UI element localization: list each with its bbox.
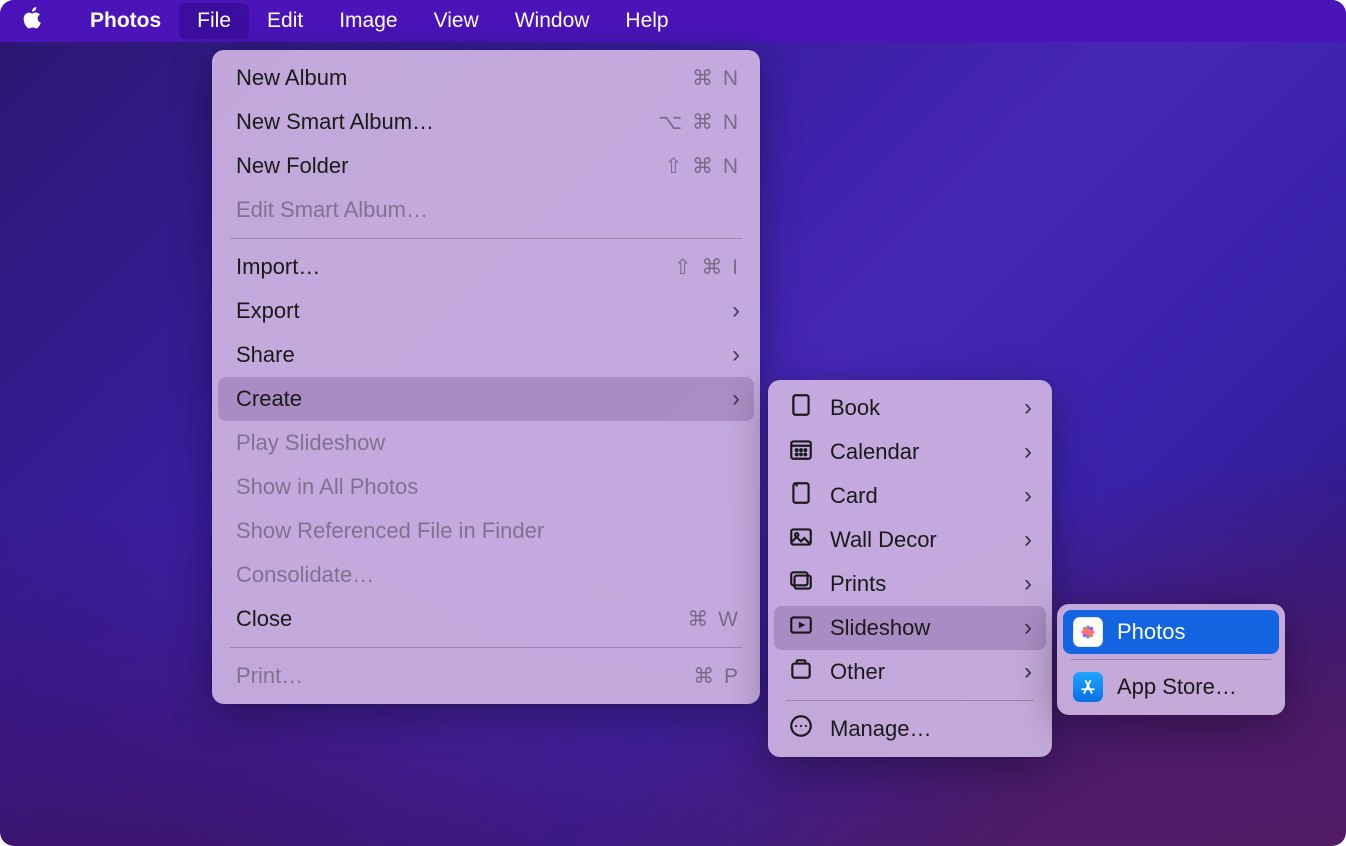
menu-item-new-smart-album[interactable]: New Smart Album… ⌥ ⌘ N (218, 100, 754, 144)
menu-item-share[interactable]: Share › (218, 333, 754, 377)
menu-item-shortcut: ⇧ ⌘ I (674, 255, 740, 280)
menu-item-label: Play Slideshow (236, 430, 385, 456)
tertiary-item-label: App Store… (1117, 674, 1237, 700)
submenu-item-label: Other (830, 659, 885, 685)
menu-item-edit-smart-album: Edit Smart Album… (218, 188, 754, 232)
menu-item-shortcut: ⌘ W (687, 607, 740, 632)
submenu-item-label: Slideshow (830, 615, 930, 641)
tertiary-item-label: Photos (1117, 619, 1186, 645)
menu-item-label: Edit Smart Album… (236, 197, 428, 223)
menu-item-label: Print… (236, 663, 303, 689)
menu-item-shortcut: ⇧ ⌘ N (665, 154, 740, 179)
menu-item-new-album[interactable]: New Album ⌘ N (218, 56, 754, 100)
menu-item-label: New Album (236, 65, 347, 91)
submenu-item-label: Manage… (830, 716, 932, 742)
chevron-right-icon: › (732, 297, 740, 325)
menubar-item-view[interactable]: View (416, 0, 497, 42)
menu-item-label: New Smart Album… (236, 109, 434, 135)
chevron-right-icon: › (732, 385, 740, 413)
create-submenu: Book › Calendar › Card › Wall Decor › Pr… (768, 380, 1052, 757)
slideshow-submenu: Photos App Store… (1057, 604, 1285, 715)
submenu-item-card[interactable]: Card › (774, 474, 1046, 518)
menu-separator (230, 647, 742, 648)
tertiary-item-photos[interactable]: Photos (1063, 610, 1279, 654)
menu-item-close[interactable]: Close ⌘ W (218, 597, 754, 641)
menu-separator (1071, 659, 1271, 660)
submenu-item-label: Calendar (830, 439, 919, 465)
tertiary-item-app-store[interactable]: App Store… (1063, 665, 1279, 709)
menu-item-show-in-all-photos: Show in All Photos (218, 465, 754, 509)
menu-item-import[interactable]: Import… ⇧ ⌘ I (218, 245, 754, 289)
menu-item-label: Import… (236, 254, 320, 280)
menu-item-label: Show Referenced File in Finder (236, 518, 544, 544)
menubar-item-help[interactable]: Help (607, 0, 686, 42)
menu-separator (786, 700, 1034, 701)
menu-item-export[interactable]: Export › (218, 289, 754, 333)
menubar-app-name[interactable]: Photos (72, 0, 179, 42)
prints-icon (788, 568, 814, 600)
submenu-item-manage[interactable]: Manage… (774, 707, 1046, 751)
submenu-item-prints[interactable]: Prints › (774, 562, 1046, 606)
walldecor-icon (788, 524, 814, 556)
manage-icon (788, 713, 814, 745)
submenu-item-wall-decor[interactable]: Wall Decor › (774, 518, 1046, 562)
menubar-item-window[interactable]: Window (497, 0, 608, 42)
menubar-item-image[interactable]: Image (321, 0, 415, 42)
menubar: Photos File Edit Image View Window Help (0, 0, 1346, 42)
menu-item-label: Close (236, 606, 292, 632)
book-icon (788, 392, 814, 424)
menu-item-new-folder[interactable]: New Folder ⇧ ⌘ N (218, 144, 754, 188)
appstore-app-icon (1073, 672, 1103, 702)
menu-item-label: Show in All Photos (236, 474, 418, 500)
menubar-item-edit[interactable]: Edit (249, 0, 321, 42)
calendar-icon (788, 436, 814, 468)
slideshow-icon (788, 612, 814, 644)
menu-item-consolidate: Consolidate… (218, 553, 754, 597)
menu-item-play-slideshow: Play Slideshow (218, 421, 754, 465)
menu-item-print: Print… ⌘ P (218, 654, 754, 698)
menu-item-label: New Folder (236, 153, 348, 179)
submenu-item-label: Card (830, 483, 878, 509)
submenu-item-calendar[interactable]: Calendar › (774, 430, 1046, 474)
chevron-right-icon: › (732, 341, 740, 369)
card-icon (788, 480, 814, 512)
desktop-background: Photos File Edit Image View Window Help … (0, 0, 1346, 846)
chevron-right-icon: › (1024, 526, 1032, 554)
apple-logo-icon[interactable] (22, 5, 72, 37)
menu-item-shortcut: ⌘ N (692, 66, 740, 91)
menu-separator (230, 238, 742, 239)
menu-item-shortcut: ⌥ ⌘ N (658, 110, 740, 135)
chevron-right-icon: › (1024, 482, 1032, 510)
submenu-item-slideshow[interactable]: Slideshow › (774, 606, 1046, 650)
submenu-item-label: Wall Decor (830, 527, 937, 553)
other-icon (788, 656, 814, 688)
menu-item-label: Create (236, 386, 302, 412)
submenu-item-other[interactable]: Other › (774, 650, 1046, 694)
photos-app-icon (1073, 617, 1103, 647)
menubar-item-file[interactable]: File (179, 3, 249, 39)
submenu-item-book[interactable]: Book › (774, 386, 1046, 430)
menu-item-label: Consolidate… (236, 562, 374, 588)
chevron-right-icon: › (1024, 394, 1032, 422)
menu-item-show-referenced-file: Show Referenced File in Finder (218, 509, 754, 553)
menu-item-create[interactable]: Create › (218, 377, 754, 421)
chevron-right-icon: › (1024, 614, 1032, 642)
submenu-item-label: Prints (830, 571, 886, 597)
chevron-right-icon: › (1024, 438, 1032, 466)
chevron-right-icon: › (1024, 658, 1032, 686)
file-menu-dropdown: New Album ⌘ N New Smart Album… ⌥ ⌘ N New… (212, 50, 760, 704)
menu-item-label: Share (236, 342, 295, 368)
menu-item-shortcut: ⌘ P (693, 664, 740, 689)
chevron-right-icon: › (1024, 570, 1032, 598)
menu-item-label: Export (236, 298, 300, 324)
submenu-item-label: Book (830, 395, 880, 421)
